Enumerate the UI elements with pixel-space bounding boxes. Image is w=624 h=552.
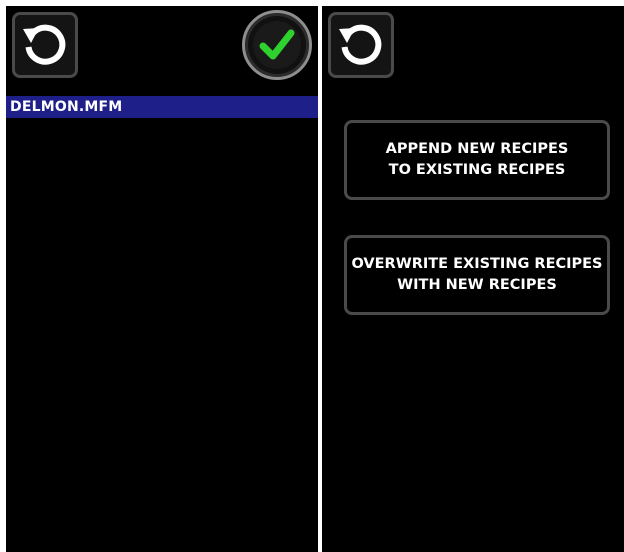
- confirm-button-face: [253, 21, 301, 69]
- overwrite-button-label-line2: WITH NEW RECIPES: [397, 277, 557, 293]
- back-button[interactable]: [12, 12, 78, 78]
- green-check-icon: [259, 29, 295, 60]
- file-item[interactable]: DELMON.MFM: [6, 96, 318, 118]
- left-panel: DELMON.MFM: [6, 6, 318, 552]
- overwrite-button-label-line1: OVERWRITE EXISTING RECIPES: [351, 256, 603, 272]
- overwrite-recipes-button[interactable]: OVERWRITE EXISTING RECIPES WITH NEW RECI…: [344, 235, 610, 315]
- back-button[interactable]: [328, 12, 394, 78]
- right-panel: APPEND NEW RECIPES TO EXISTING RECIPES O…: [322, 6, 624, 552]
- append-recipes-button[interactable]: APPEND NEW RECIPES TO EXISTING RECIPES: [344, 120, 610, 200]
- confirm-button[interactable]: [242, 10, 312, 80]
- append-button-label-line2: TO EXISTING RECIPES: [388, 162, 566, 178]
- append-button-label-line1: APPEND NEW RECIPES: [385, 141, 569, 157]
- refresh-back-icon: [23, 24, 66, 65]
- file-list: DELMON.MFM: [6, 96, 318, 118]
- refresh-back-icon: [339, 24, 382, 65]
